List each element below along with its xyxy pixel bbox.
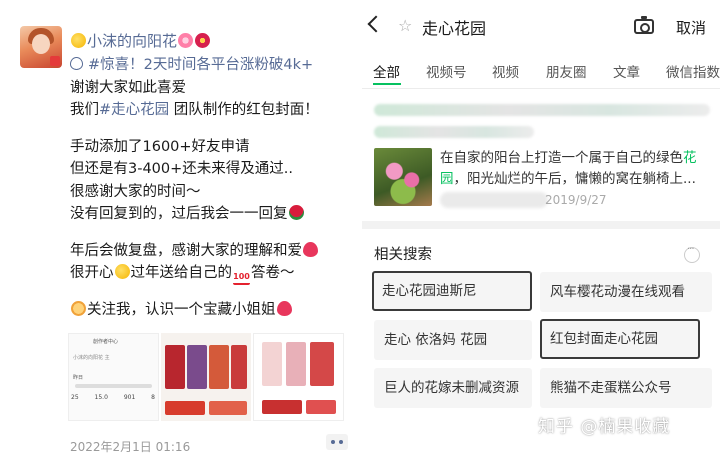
heart-outline-icon: [70, 57, 83, 70]
image-thumbnail[interactable]: [252, 333, 344, 421]
post-line: 年后会做复盘，感谢大家的理解和爱: [70, 240, 350, 263]
cancel-button[interactable]: 取消: [676, 17, 706, 38]
search-tabs: 全部 视频号 视频 朋友圈 文章 微信指数: [362, 58, 720, 86]
post-line: 谢谢大家如此喜爱: [70, 79, 186, 96]
flower-emoji-icon: [178, 33, 194, 48]
pointing-hand-emoji-icon: [71, 301, 86, 316]
related-search-chip[interactable]: 红包封面走心花园: [540, 319, 700, 359]
image-thumbnail[interactable]: [161, 333, 251, 421]
username[interactable]: 小沫的向阳花: [70, 30, 211, 51]
related-searches-title: 相关搜索: [374, 247, 432, 263]
related-search-chip[interactable]: 风车樱花动漫在线观看: [540, 272, 712, 312]
related-search-chip[interactable]: 走心花园迪斯尼: [372, 271, 532, 311]
hashtag-surprise[interactable]: #惊喜！2天时间各平台涨粉破4k+: [88, 57, 313, 73]
related-search-chip[interactable]: 熊猫不走蛋糕公众号: [540, 368, 712, 408]
tab-videos[interactable]: 视频: [492, 61, 519, 81]
hibiscus-emoji-icon: [195, 33, 211, 48]
thumbnail-subtitle: 小沫的向阳花 主: [73, 355, 110, 361]
article-thumbnail[interactable]: [374, 148, 432, 206]
heart-emoji-icon: [276, 301, 292, 316]
active-tab-indicator: [373, 83, 401, 85]
search-panel: ☆ 走心花园 取消 全部 视频号 视频 朋友圈 文章 微信指数 在自家的阳台上打…: [362, 0, 720, 454]
hundred-emoji-icon: [233, 270, 250, 285]
tab-all[interactable]: 全部: [373, 61, 400, 81]
blurred-source: [440, 192, 548, 208]
search-input[interactable]: 走心花园: [422, 15, 486, 39]
smile-emoji-icon: [71, 33, 86, 48]
article-date: 2019/9/27: [545, 193, 607, 207]
back-icon[interactable]: [367, 15, 385, 33]
tab-channels[interactable]: 视频号: [426, 61, 467, 81]
heart-emoji-icon: [303, 241, 318, 257]
thumbnail-title: 創作者中心: [93, 339, 119, 345]
moments-post: 小沫的向阳花 #惊喜！2天时间各平台涨粉破4k+ 谢谢大家如此喜爱 我们#走心花…: [0, 0, 356, 454]
post-text: #惊喜！2天时间各平台涨粉破4k+ 谢谢大家如此喜爱 我们#走心花园 团队制作的…: [70, 54, 350, 322]
image-thumbnail[interactable]: 創作者中心 小沫的向阳花 主 昨日 25 15.0 901 8: [68, 333, 160, 421]
blurred-text: [374, 126, 534, 138]
more-actions-icon[interactable]: [326, 434, 348, 450]
camera-icon[interactable]: [634, 16, 654, 34]
hashtag-garden[interactable]: #走心花园: [99, 102, 169, 118]
smile-emoji-icon: [114, 264, 130, 279]
rose-emoji-icon: [288, 205, 304, 220]
post-line: 关注我，认识一个宝藏小姐姐: [70, 299, 350, 322]
related-search-chip[interactable]: 巨人的花嫁未删减资源: [374, 368, 532, 408]
article-snippet[interactable]: 在自家的阳台上打造一个属于自己的绿色花园，阳光灿烂的午后，慵懒的窝在躺椅上...: [440, 148, 712, 190]
post-line: 没有回复到的，过后我会一一回复: [70, 203, 350, 226]
blurred-text: [374, 104, 710, 116]
more-options-icon[interactable]: [684, 244, 700, 263]
post-line: 很感谢大家的时间～: [70, 183, 201, 200]
watermark: 知乎 @楠果收藏: [538, 417, 671, 437]
thumbnail-label: 昨日: [73, 375, 84, 381]
post-line: 我们#走心花园 团队制作的红包封面！: [70, 102, 319, 118]
thumbnail-stats: 25 15.0 901 8: [71, 394, 155, 401]
related-search-chip[interactable]: 走心 依洛妈 花园: [374, 320, 532, 360]
tab-wechat-index[interactable]: 微信指数: [666, 61, 720, 81]
tab-articles[interactable]: 文章: [613, 61, 640, 81]
tab-moments[interactable]: 朋友圈: [546, 61, 587, 81]
post-timestamp: 2022年2月1日 01:16: [70, 440, 191, 454]
search-header: ☆ 走心花园 取消: [362, 0, 720, 52]
image-grid: 創作者中心 小沫的向阳花 主 昨日 25 15.0 901 8: [68, 333, 344, 421]
post-line: 很开心过年送给自己的答卷～: [70, 262, 350, 285]
post-line: 手动添加了1600+好友申请: [70, 138, 250, 155]
post-line: 但还是有3-400+还未来得及通过..: [70, 161, 294, 177]
star-icon[interactable]: ☆: [398, 16, 412, 35]
avatar[interactable]: [20, 26, 62, 68]
